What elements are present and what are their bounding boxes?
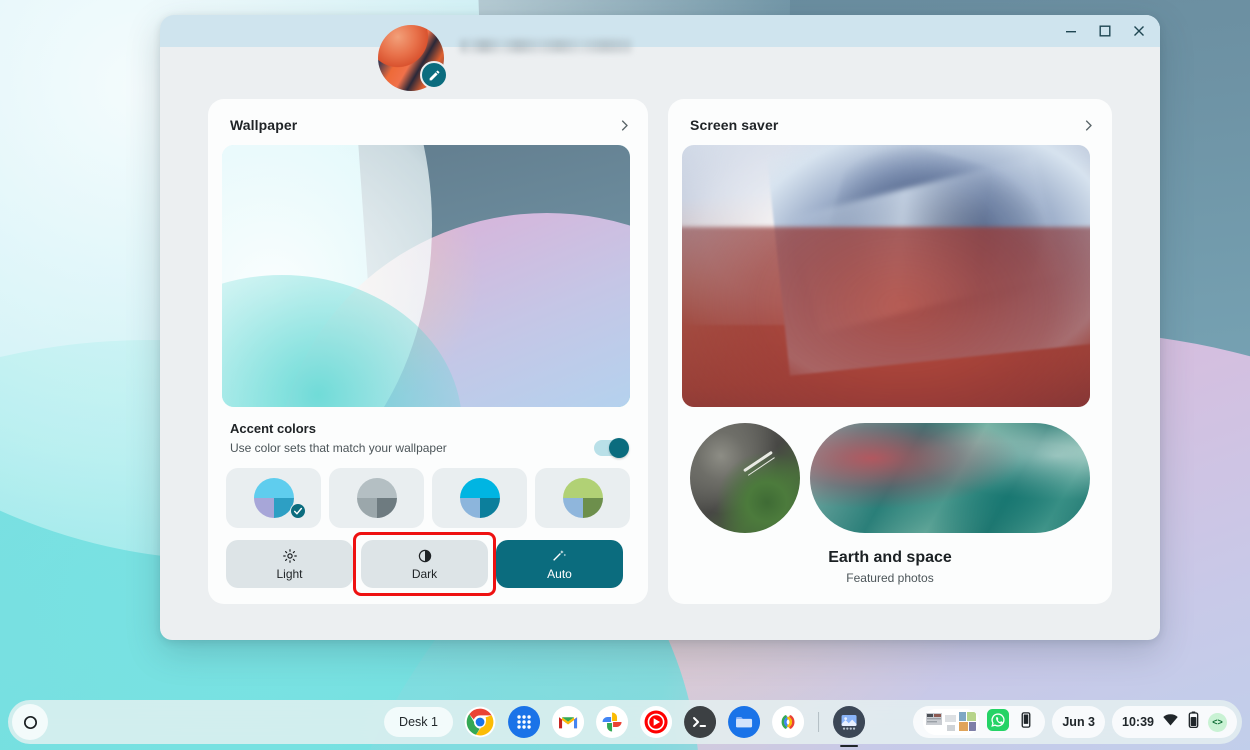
wallpaper-preview-image[interactable] [222,145,630,407]
pencil-icon[interactable] [420,61,448,89]
color-wheel-icon [357,478,397,518]
files-icon[interactable] [727,705,761,739]
accent-colors-title: Accent colors [222,407,634,436]
theme-mode-group: Light Dark [222,528,634,588]
collection-thumb-aerial-pill [810,423,1090,533]
gallery-icon[interactable] [832,705,866,739]
collection-thumb-aerial-circle [690,423,800,533]
clock-label: 10:39 [1122,715,1154,729]
screensaver-title: Screen saver [690,117,778,133]
screensaver-collection-thumbs[interactable] [682,407,1098,533]
youtube-music-icon[interactable] [639,705,673,739]
holding-space-tray[interactable] [913,706,1045,738]
google-photos-icon[interactable] [595,705,629,739]
date-label: Jun 3 [1062,715,1095,729]
wallpaper-card: Wallpaper Accent colors Use color sets t… [208,99,648,604]
toggle-knob [609,438,629,458]
account-strip [160,47,1160,99]
half-moon-icon [417,547,433,564]
battery-icon[interactable] [1187,711,1200,733]
phone-icon[interactable] [1017,711,1035,734]
theme-mode-light-button[interactable]: Light [226,540,353,588]
theme-mode-dark-button[interactable]: Dark [361,540,488,588]
screensaver-preview-image[interactable] [682,145,1090,407]
desk-button[interactable]: Desk 1 [384,707,453,737]
accent-swatch-blue-lavender[interactable] [226,468,321,528]
terminal-icon[interactable] [683,705,717,739]
theme-mode-dark-label: Dark [412,567,437,581]
settings-cards: Wallpaper Accent colors Use color sets t… [160,99,1160,604]
chrome-icon[interactable] [463,705,497,739]
wallpaper-header[interactable]: Wallpaper [222,113,634,145]
sun-icon [282,547,298,564]
accent-swatch-list [222,456,634,528]
launcher-circle-icon[interactable] [12,704,48,740]
wallpaper-title: Wallpaper [230,117,297,133]
screensaver-collection-subtitle: Featured photos [682,567,1098,585]
accent-colors-subtitle: Use color sets that match your wallpaper [230,441,447,455]
gmail-icon[interactable] [551,705,585,739]
theme-mode-auto-label: Auto [547,567,572,581]
system-tray: Jun 3 10:39 <> [913,706,1237,738]
accent-swatch-grey[interactable] [329,468,424,528]
settings-window: Wallpaper Accent colors Use color sets t… [160,15,1160,640]
desktop: Wallpaper Accent colors Use color sets t… [0,0,1250,750]
accent-swatch-cyan[interactable] [432,468,527,528]
color-wheel-icon [254,478,294,518]
shelf-divider [818,712,819,732]
preview-red-terrain [682,227,1090,407]
screensaver-header[interactable]: Screen saver [682,113,1098,145]
theme-mode-auto-button[interactable]: Auto [496,540,623,588]
maximize-icon[interactable] [1088,16,1122,46]
shelf-app-row: Desk 1 [384,705,866,739]
whatsapp-icon[interactable] [987,709,1009,736]
accent-colors-toggle[interactable] [594,440,628,456]
focus-highlight [353,532,496,596]
chevron-right-icon[interactable] [1081,118,1096,133]
accent-swatch-green[interactable] [535,468,630,528]
swatch-selected-check-icon [290,503,306,519]
auto-wand-icon [551,547,568,564]
app-launcher-grid-icon[interactable] [507,705,541,739]
google-meet-icon[interactable] [771,705,805,739]
code-brackets-icon[interactable]: <> [1208,713,1227,732]
account-email-redacted [460,39,632,53]
chevron-right-icon[interactable] [617,118,632,133]
screensaver-card: Screen saver Earth and space [668,99,1112,604]
close-icon[interactable] [1122,16,1156,46]
theme-mode-light-label: Light [276,567,302,581]
desk-label: Desk 1 [399,715,438,729]
color-wheel-icon [563,478,603,518]
avatar[interactable] [378,25,444,91]
minimize-icon[interactable] [1054,16,1088,46]
screensaver-collection-name: Earth and space [682,533,1098,567]
holding-space-thumbnail [923,709,979,735]
date-tray[interactable]: Jun 3 [1052,706,1105,738]
window-titlebar[interactable] [160,15,1160,47]
wifi-icon[interactable] [1162,711,1179,733]
status-tray[interactable]: 10:39 <> [1112,706,1237,738]
color-wheel-icon [460,478,500,518]
shelf: Desk 1 [8,700,1242,744]
accent-toggle-row: Use color sets that match your wallpaper [222,436,634,456]
